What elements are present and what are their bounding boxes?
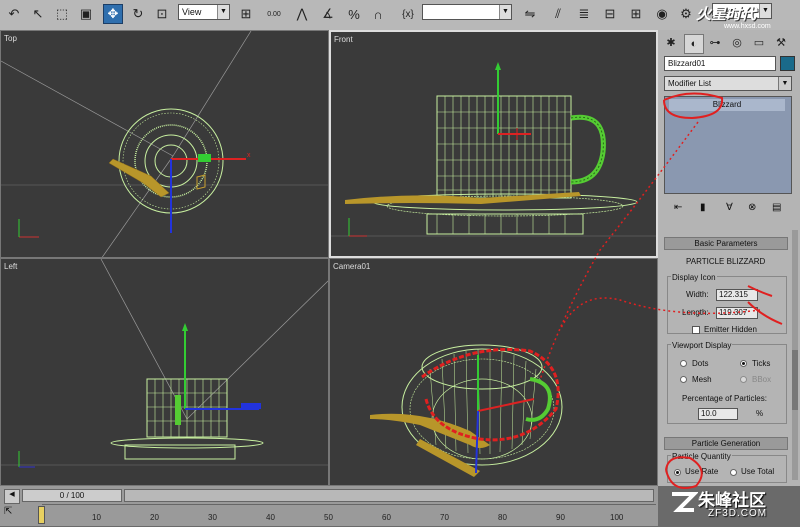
timeline-tick: 50 [324,513,333,522]
timeline-tick: 70 [440,513,449,522]
timeline-tick: 90 [556,513,565,522]
track-bar: 0 / 100 ◀ ⇱ 10 20 30 40 50 60 70 80 90 1… [0,486,658,526]
timeline-tick: 30 [208,513,217,522]
timeline-tick: 10 [92,513,101,522]
time-slider-track[interactable] [124,489,654,502]
time-slider[interactable]: 0 / 100 [22,489,122,502]
zf3d-watermark: 朱峰社区 ZF3D.COM [668,484,800,526]
watermark-url: ZF3D.COM [708,508,768,519]
timeline-tick: 20 [150,513,159,522]
timeline-tick: 40 [266,513,275,522]
timeline-ruler[interactable]: 10 20 30 40 50 60 70 80 90 100 [42,504,656,527]
timeline-tick: 100 [610,513,624,522]
zf3d-logo-icon [672,492,698,512]
annotation-overlay [539,92,783,489]
time-slider-label: 0 / 100 [59,491,85,500]
keyframe-filter-icon[interactable]: ⇱ [4,506,20,522]
prev-frame-icon[interactable]: ◀ [4,489,20,504]
timeline-tick: 60 [382,513,391,522]
timeline-tick: 80 [498,513,507,522]
